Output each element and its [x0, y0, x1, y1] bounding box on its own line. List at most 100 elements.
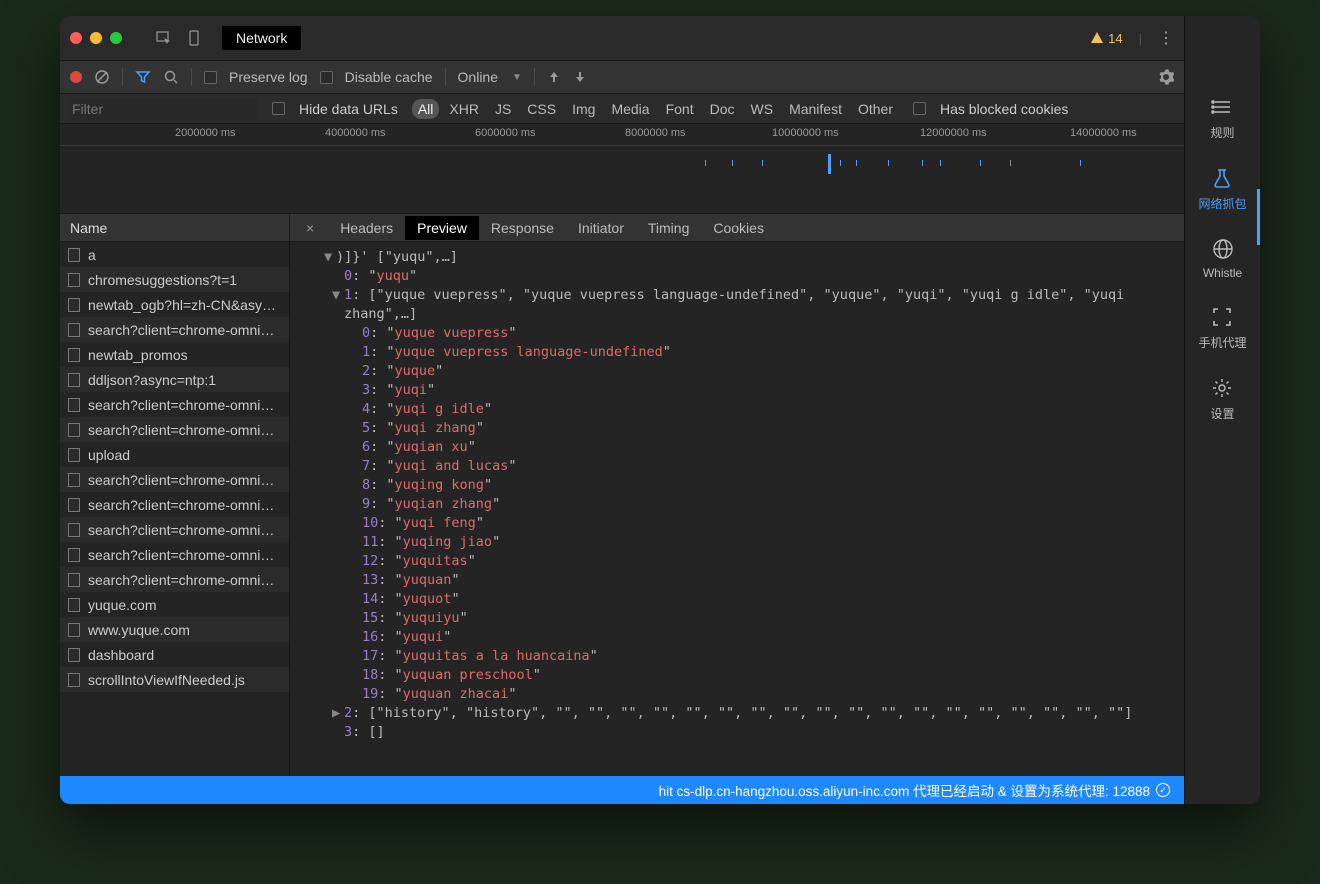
- disable-cache-checkbox[interactable]: [320, 71, 333, 84]
- tab-headers[interactable]: Headers: [328, 216, 405, 240]
- preview-item[interactable]: 10: "yuqi feng": [300, 514, 1174, 533]
- tab-initiator[interactable]: Initiator: [566, 216, 636, 240]
- preview-item[interactable]: 11: "yuqing jiao": [300, 533, 1174, 552]
- filter-chip-manifest[interactable]: Manifest: [783, 99, 848, 119]
- preview-item[interactable]: 15: "yuquiyu": [300, 609, 1174, 628]
- tab-network[interactable]: Network: [222, 26, 301, 50]
- request-row[interactable]: search?client=chrome-omni…: [60, 492, 289, 517]
- filter-chip-media[interactable]: Media: [605, 99, 655, 119]
- preview-item[interactable]: 9: "yuqian zhang": [300, 495, 1174, 514]
- file-icon: [68, 398, 80, 412]
- preview-item[interactable]: 17: "yuquitas a la huancaina": [300, 647, 1174, 666]
- overview-timeline[interactable]: 2000000 ms4000000 ms6000000 ms8000000 ms…: [60, 124, 1184, 214]
- filter-chip-img[interactable]: Img: [566, 99, 601, 119]
- sidebar-item-rules[interactable]: 规则: [1210, 96, 1234, 141]
- has-blocked-checkbox[interactable]: [913, 102, 926, 115]
- close-details-button[interactable]: ×: [294, 220, 326, 236]
- hide-data-urls-label: Hide data URLs: [299, 101, 398, 117]
- request-row[interactable]: yuque.com: [60, 592, 289, 617]
- filter-chip-other[interactable]: Other: [852, 99, 899, 119]
- preview-item[interactable]: 7: "yuqi and lucas": [300, 457, 1174, 476]
- collapse-arrow-icon[interactable]: ▼: [332, 286, 344, 305]
- filter-chip-css[interactable]: CSS: [521, 99, 562, 119]
- tab-response[interactable]: Response: [479, 216, 566, 240]
- tab-timing[interactable]: Timing: [636, 216, 702, 240]
- preview-item[interactable]: 1: "yuque vuepress language-undefined": [300, 343, 1174, 362]
- file-icon: [68, 473, 80, 487]
- request-row[interactable]: search?client=chrome-omni…: [60, 417, 289, 442]
- maximize-window-button[interactable]: [110, 32, 122, 44]
- request-row[interactable]: www.yuque.com: [60, 617, 289, 642]
- preview-item[interactable]: 13: "yuquan": [300, 571, 1174, 590]
- filter-chip-font[interactable]: Font: [660, 99, 700, 119]
- preview-item[interactable]: 18: "yuquan preschool": [300, 666, 1174, 685]
- request-row[interactable]: search?client=chrome-omni…: [60, 467, 289, 492]
- request-row[interactable]: newtab_promos: [60, 342, 289, 367]
- filter-chip-js[interactable]: JS: [489, 99, 517, 119]
- filter-toggle-icon[interactable]: [135, 69, 151, 85]
- request-row[interactable]: search?client=chrome-omni…: [60, 392, 289, 417]
- tab-preview[interactable]: Preview: [405, 216, 479, 240]
- upload-har-icon[interactable]: [547, 70, 561, 84]
- request-row[interactable]: newtab_ogb?hl=zh-CN&asyn…: [60, 292, 289, 317]
- more-menu-icon[interactable]: ⋮: [1158, 28, 1174, 48]
- timeline-tick: 8000000 ms: [625, 127, 686, 139]
- filter-chip-all[interactable]: All: [412, 99, 440, 119]
- sidebar-item-whistle[interactable]: Whistle: [1203, 238, 1242, 280]
- request-row[interactable]: chromesuggestions?t=1: [60, 267, 289, 292]
- preview-content[interactable]: ▼)]}' ["yuqu",…] 0: "yuqu" ▼1: ["yuque v…: [290, 242, 1184, 776]
- request-name: www.yuque.com: [88, 622, 190, 638]
- filter-chip-ws[interactable]: WS: [745, 99, 780, 119]
- close-window-button[interactable]: [70, 32, 82, 44]
- clear-button[interactable]: [94, 69, 110, 85]
- preview-item[interactable]: 14: "yuquot": [300, 590, 1174, 609]
- preview-item[interactable]: 8: "yuqing kong": [300, 476, 1174, 495]
- request-row[interactable]: ddljson?async=ntp:1: [60, 367, 289, 392]
- sidebar-item-settings[interactable]: 设置: [1210, 377, 1234, 422]
- request-row[interactable]: search?client=chrome-omni…: [60, 317, 289, 342]
- tab-cookies[interactable]: Cookies: [701, 216, 776, 240]
- request-row[interactable]: search?client=chrome-omni…: [60, 567, 289, 592]
- search-icon[interactable]: [163, 69, 179, 85]
- preview-item[interactable]: 5: "yuqi zhang": [300, 419, 1174, 438]
- collapse-arrow-icon[interactable]: ▼: [324, 248, 336, 267]
- request-name: search?client=chrome-omni…: [88, 397, 274, 413]
- column-header-name[interactable]: Name: [60, 214, 289, 242]
- download-har-icon[interactable]: [573, 70, 587, 84]
- preview-item[interactable]: 0: "yuque vuepress": [300, 324, 1174, 343]
- request-name: search?client=chrome-omni…: [88, 547, 274, 563]
- preview-item[interactable]: 2: "yuque": [300, 362, 1174, 381]
- expand-arrow-icon[interactable]: ▶: [332, 704, 344, 723]
- sidebar-item-capture[interactable]: 网络抓包: [1198, 167, 1246, 212]
- request-row[interactable]: dashboard: [60, 642, 289, 667]
- preview-item[interactable]: 19: "yuquan zhacai": [300, 685, 1174, 704]
- filter-bar: Hide data URLs AllXHRJSCSSImgMediaFontDo…: [60, 94, 1184, 124]
- device-icon[interactable]: [186, 30, 202, 46]
- request-row[interactable]: scrollIntoViewIfNeeded.js: [60, 667, 289, 692]
- preview-item[interactable]: 3: "yuqi": [300, 381, 1174, 400]
- request-row[interactable]: search?client=chrome-omni…: [60, 517, 289, 542]
- status-bar: hit cs-dlp.cn-hangzhou.oss.aliyun-inc.co…: [60, 776, 1184, 804]
- preserve-log-checkbox[interactable]: [204, 71, 217, 84]
- warnings-badge[interactable]: 14: [1090, 31, 1122, 46]
- record-button[interactable]: [70, 71, 82, 83]
- window-controls: [70, 32, 142, 44]
- throttle-select[interactable]: Online ▼: [458, 69, 522, 85]
- request-row[interactable]: a: [60, 242, 289, 267]
- filter-input[interactable]: [68, 98, 258, 120]
- hide-data-urls-checkbox[interactable]: [272, 102, 285, 115]
- minimize-window-button[interactable]: [90, 32, 102, 44]
- preview-item[interactable]: 6: "yuqian xu": [300, 438, 1174, 457]
- inspect-icon[interactable]: [156, 30, 172, 46]
- filter-chip-doc[interactable]: Doc: [704, 99, 741, 119]
- sidebar-label: 设置: [1210, 405, 1234, 422]
- flask-icon: [1211, 167, 1233, 189]
- sidebar-item-mobile[interactable]: 手机代理: [1198, 306, 1246, 351]
- preview-item[interactable]: 12: "yuquitas": [300, 552, 1174, 571]
- settings-icon[interactable]: [1158, 69, 1174, 85]
- preview-item[interactable]: 4: "yuqi g idle": [300, 400, 1174, 419]
- filter-chip-xhr[interactable]: XHR: [443, 99, 485, 119]
- preview-item[interactable]: 16: "yuqui": [300, 628, 1174, 647]
- request-row[interactable]: search?client=chrome-omni…: [60, 542, 289, 567]
- request-row[interactable]: upload: [60, 442, 289, 467]
